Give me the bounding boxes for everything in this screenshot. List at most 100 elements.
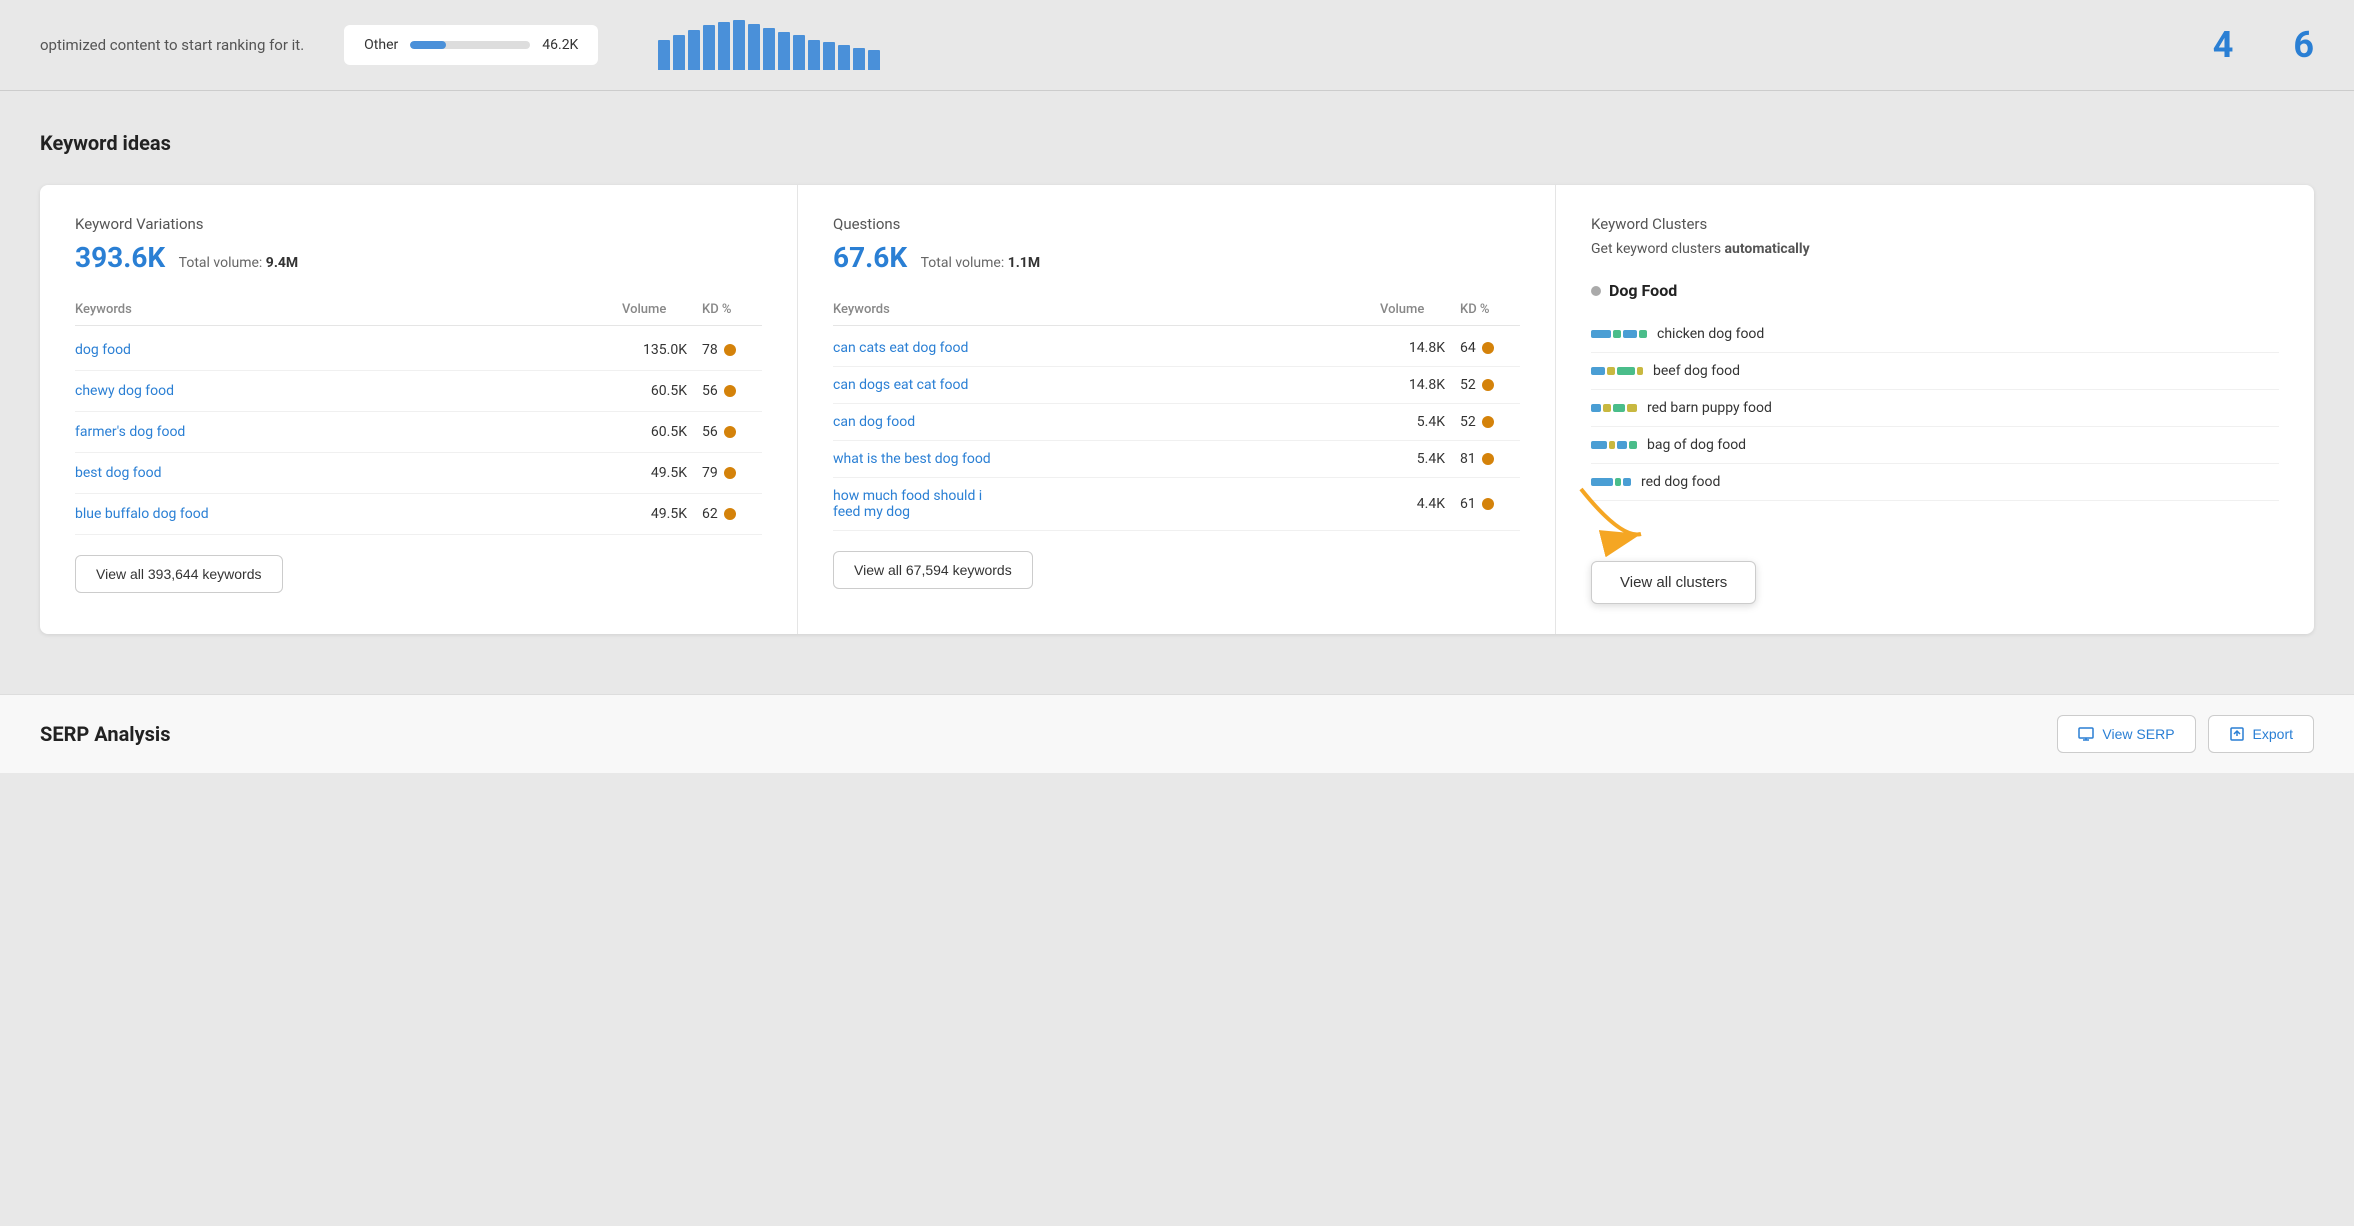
kd-cell: 56 (702, 424, 762, 440)
chart-bar (853, 48, 865, 70)
kd-cell: 61 (1460, 496, 1520, 512)
serp-analysis: SERP Analysis View SERP Export (0, 694, 2354, 773)
variations-header: Keyword Variations 393.6K Total volume: … (75, 215, 762, 274)
cluster-bar-seg (1623, 478, 1631, 486)
clusters-subtitle: Keyword Clusters (1591, 215, 2279, 233)
cluster-bar-seg (1603, 404, 1611, 412)
kd-cell: 79 (702, 465, 762, 481)
cluster-bar-seg (1591, 478, 1613, 486)
cluster-bar-seg (1613, 330, 1621, 338)
questions-header: Questions 67.6K Total volume: 1.1M (833, 215, 1520, 274)
cluster-item: bag of dog food (1591, 427, 2279, 464)
keyword-link[interactable]: can cats eat dog food (833, 340, 1380, 356)
cluster-bar-seg (1591, 441, 1607, 449)
keyword-link[interactable]: blue buffalo dog food (75, 506, 622, 522)
top-bar-text: optimized content to start ranking for i… (40, 36, 304, 54)
cluster-bar-seg (1607, 367, 1615, 375)
cluster-bar-seg (1617, 441, 1627, 449)
cluster-bar-group (1591, 330, 1647, 338)
bar-chart (638, 20, 900, 70)
view-serp-button[interactable]: View SERP (2057, 715, 2195, 753)
progress-bar-fill (410, 41, 446, 49)
chart-bar (823, 42, 835, 70)
keyword-line2: feed my dog (833, 504, 1380, 520)
cluster-item: red dog food (1591, 464, 2279, 501)
keyword-volume: 60.5K (622, 424, 702, 440)
cluster-bar-seg (1591, 367, 1605, 375)
serp-analysis-title: SERP Analysis (40, 722, 170, 746)
main-content: Keyword ideas Keyword Variations 393.6K … (0, 91, 2354, 674)
other-row: Other 46.2K (344, 25, 598, 65)
view-all-questions-button[interactable]: View all 67,594 keywords (833, 551, 1033, 589)
chart-bar (748, 24, 760, 70)
export-label: Export (2253, 726, 2293, 742)
keyword-link[interactable]: farmer's dog food (75, 424, 622, 440)
kd-dot (1482, 498, 1494, 510)
keyword-link[interactable]: can dog food (833, 414, 1380, 430)
cluster-bar-seg (1629, 441, 1637, 449)
questions-subtitle: Questions (833, 215, 1520, 233)
cluster-bar-seg (1613, 404, 1625, 412)
header-kd: KD % (702, 302, 762, 317)
keyword-volume: 60.5K (622, 383, 702, 399)
keyword-volume: 5.4K (1380, 451, 1460, 467)
keyword-link[interactable]: can dogs eat cat food (833, 377, 1380, 393)
clusters-auto-text: Get keyword clusters automatically (1591, 241, 2279, 257)
chart-bar (658, 40, 670, 70)
kd-dot (724, 344, 736, 356)
kd-cell: 52 (1460, 414, 1520, 430)
view-all-variations-button[interactable]: View all 393,644 keywords (75, 555, 283, 593)
serp-buttons: View SERP Export (2057, 715, 2314, 753)
table-row: what is the best dog food 5.4K 81 (833, 441, 1520, 478)
view-all-clusters-container: View all clusters (1591, 531, 2279, 604)
kd-cell: 64 (1460, 340, 1520, 356)
other-value: 46.2K (542, 37, 578, 53)
keyword-line1: how much food should i (833, 488, 1380, 504)
chart-bar (838, 45, 850, 70)
kd-dot (1482, 453, 1494, 465)
cluster-item-label: red dog food (1641, 474, 1720, 490)
keyword-link[interactable]: best dog food (75, 465, 622, 481)
view-all-clusters-button[interactable]: View all clusters (1591, 561, 1756, 604)
cluster-bar-seg (1623, 330, 1637, 338)
kd-dot (724, 508, 736, 520)
cluster-bar-group (1591, 367, 1643, 375)
keyword-ideas-grid: Keyword Variations 393.6K Total volume: … (40, 185, 2314, 634)
cluster-item-label: bag of dog food (1647, 437, 1746, 453)
kd-dot (1482, 379, 1494, 391)
kd-value: 56 (702, 383, 718, 399)
keyword-volume: 5.4K (1380, 414, 1460, 430)
chart-bar (688, 30, 700, 70)
kd-cell: 81 (1460, 451, 1520, 467)
chart-bar (718, 22, 730, 70)
kd-value: 52 (1460, 414, 1476, 430)
keyword-volume: 135.0K (622, 342, 702, 358)
progress-bar (410, 41, 530, 49)
variations-count: 393.6K (75, 241, 165, 274)
kd-value: 78 (702, 342, 718, 358)
cluster-item: red barn puppy food (1591, 390, 2279, 427)
kd-value: 61 (1460, 496, 1476, 512)
chart-bar (673, 35, 685, 70)
keyword-volume: 49.5K (622, 465, 702, 481)
cluster-bar-group (1591, 478, 1631, 486)
kd-dot (724, 467, 736, 479)
cluster-bar-seg (1615, 478, 1621, 486)
table-row: farmer's dog food 60.5K 56 (75, 412, 762, 453)
cluster-bar-seg (1591, 330, 1611, 338)
cluster-bar-seg (1609, 441, 1615, 449)
kd-dot (1482, 342, 1494, 354)
keyword-link[interactable]: how much food should i feed my dog (833, 488, 1380, 520)
keyword-link[interactable]: what is the best dog food (833, 451, 1380, 467)
page-wrapper: optimized content to start ranking for i… (0, 0, 2354, 1226)
cluster-bar-group (1591, 404, 1637, 412)
questions-volume: Total volume: 1.1M (921, 255, 1041, 271)
header-keywords: Keywords (75, 302, 622, 317)
kd-value: 52 (1460, 377, 1476, 393)
keyword-link[interactable]: chewy dog food (75, 383, 622, 399)
cluster-item-label: beef dog food (1653, 363, 1740, 379)
cluster-bar-seg (1617, 367, 1635, 375)
export-button[interactable]: Export (2208, 715, 2314, 753)
variations-subtitle: Keyword Variations (75, 215, 762, 233)
keyword-link[interactable]: dog food (75, 342, 622, 358)
